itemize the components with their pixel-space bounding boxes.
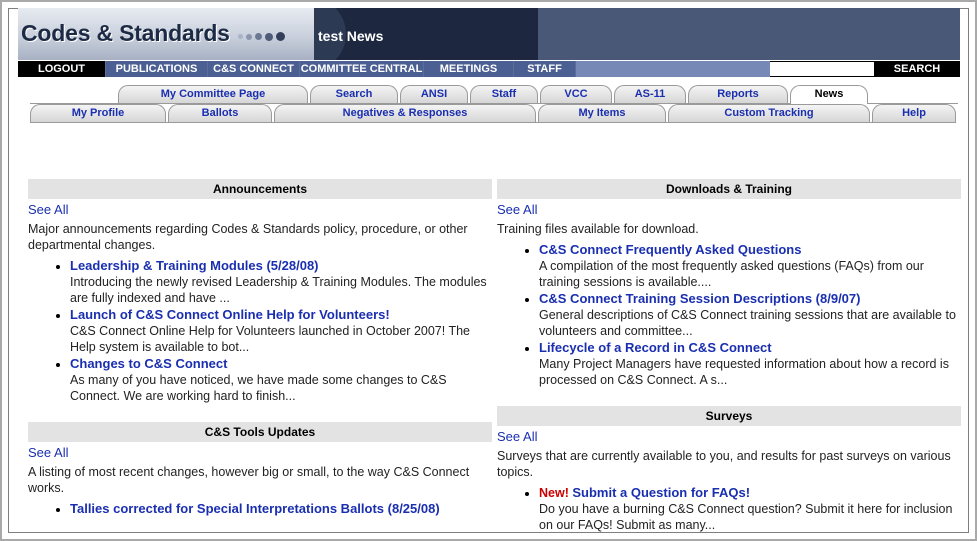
page-title: test News — [318, 28, 384, 44]
section-description: Major announcements regarding Codes & St… — [28, 222, 468, 252]
nav-publications[interactable]: PUBLICATIONS — [106, 61, 208, 77]
tab-ballots[interactable]: Ballots — [168, 104, 272, 122]
tab-ansi[interactable]: ANSI — [400, 85, 468, 103]
logo-dots-icon — [238, 32, 285, 41]
download-link[interactable]: Lifecycle of a Record in C&S Connect — [539, 340, 772, 355]
list-item: Lifecycle of a Record in C&S Connect Man… — [539, 340, 961, 388]
tab-divider — [30, 122, 956, 123]
update-link[interactable]: Tallies corrected for Special Interpreta… — [70, 501, 440, 516]
announcements-section: Announcements See All Major announcement… — [28, 179, 492, 405]
nav-logout[interactable]: LOGOUT — [18, 61, 106, 77]
tab-negatives-responses[interactable]: Negatives & Responses — [274, 104, 536, 122]
top-nav: LOGOUT PUBLICATIONS C&S CONNECT COMMITTE… — [18, 61, 960, 77]
tab-staff[interactable]: Staff — [470, 85, 538, 103]
section-description: A listing of most recent changes, howeve… — [28, 465, 470, 495]
list-item: C&S Connect Training Session Description… — [539, 291, 961, 339]
search-input[interactable] — [770, 62, 874, 76]
downloads-list: C&S Connect Frequently Asked Questions A… — [497, 242, 961, 388]
tools-updates-section: C&S Tools Updates See All A listing of m… — [28, 422, 492, 518]
nav-cs-connect[interactable]: C&S CONNECT — [208, 61, 300, 77]
item-summary: A compilation of the most frequently ask… — [539, 259, 924, 289]
list-item: Launch of C&S Connect Online Help for Vo… — [70, 307, 492, 355]
item-summary: Do you have a burning C&S Connect questi… — [539, 502, 953, 532]
downloads-section: Downloads & Training See All Training fi… — [497, 179, 961, 389]
section-heading: C&S Tools Updates — [28, 422, 492, 442]
section-description: Training files available for download. — [497, 222, 699, 236]
item-summary: As many of you have noticed, we have mad… — [70, 373, 447, 403]
list-item: Leadership & Training Modules (5/28/08) … — [70, 258, 492, 306]
tab-custom-tracking[interactable]: Custom Tracking — [668, 104, 870, 122]
list-item: New! Submit a Question for FAQs! Do you … — [539, 485, 961, 533]
section-heading: Surveys — [497, 406, 961, 426]
nav-filler — [576, 61, 770, 77]
section-description: Surveys that are currently available to … — [497, 449, 951, 479]
search-button[interactable]: SEARCH — [874, 61, 960, 77]
tab-reports[interactable]: Reports — [688, 85, 788, 103]
see-all-link[interactable]: See All — [28, 202, 492, 217]
download-link[interactable]: C&S Connect Frequently Asked Questions — [539, 242, 801, 257]
tab-search[interactable]: Search — [310, 85, 398, 103]
header-banner: Codes & Standards test News — [18, 8, 960, 60]
tab-my-items[interactable]: My Items — [538, 104, 666, 122]
nav-staff[interactable]: STAFF — [514, 61, 576, 77]
item-summary: Introducing the newly revised Leadership… — [70, 275, 487, 305]
item-summary: Many Project Managers have requested inf… — [539, 357, 949, 387]
section-heading: Downloads & Training — [497, 179, 961, 199]
announcements-list: Leadership & Training Modules (5/28/08) … — [28, 258, 492, 404]
tab-vcc[interactable]: VCC — [540, 85, 612, 103]
see-all-link[interactable]: See All — [497, 429, 961, 444]
download-link[interactable]: C&S Connect Training Session Description… — [539, 291, 860, 306]
survey-link[interactable]: Submit a Question for FAQs! — [572, 485, 750, 500]
item-summary: General descriptions of C&S Connect trai… — [539, 308, 956, 338]
tab-news[interactable]: News — [790, 85, 868, 104]
see-all-link[interactable]: See All — [497, 202, 961, 217]
announcement-link[interactable]: Changes to C&S Connect — [70, 356, 227, 371]
tab-as-11[interactable]: AS-11 — [614, 85, 686, 103]
new-badge: New! — [539, 486, 569, 500]
list-item: Tallies corrected for Special Interpreta… — [70, 501, 492, 517]
nav-committee-central[interactable]: COMMITTEE CENTRAL — [300, 61, 424, 77]
see-all-link[interactable]: See All — [28, 445, 492, 460]
tools-updates-list: Tallies corrected for Special Interpreta… — [28, 501, 492, 517]
announcement-link[interactable]: Launch of C&S Connect Online Help for Vo… — [70, 307, 390, 322]
surveys-list: New! Submit a Question for FAQs! Do you … — [497, 485, 961, 533]
item-summary: C&S Connect Online Help for Volunteers l… — [70, 324, 471, 354]
list-item: Changes to C&S Connect As many of you ha… — [70, 356, 492, 404]
list-item: C&S Connect Frequently Asked Questions A… — [539, 242, 961, 290]
tab-help[interactable]: Help — [872, 104, 956, 122]
section-heading: Announcements — [28, 179, 492, 199]
announcement-link[interactable]: Leadership & Training Modules (5/28/08) — [70, 258, 319, 273]
tab-my-profile[interactable]: My Profile — [30, 104, 166, 122]
site-logo[interactable]: Codes & Standards — [21, 20, 230, 47]
surveys-section: Surveys See All Surveys that are current… — [497, 406, 961, 534]
tab-my-committee-page[interactable]: My Committee Page — [118, 85, 308, 103]
nav-meetings[interactable]: MEETINGS — [424, 61, 514, 77]
